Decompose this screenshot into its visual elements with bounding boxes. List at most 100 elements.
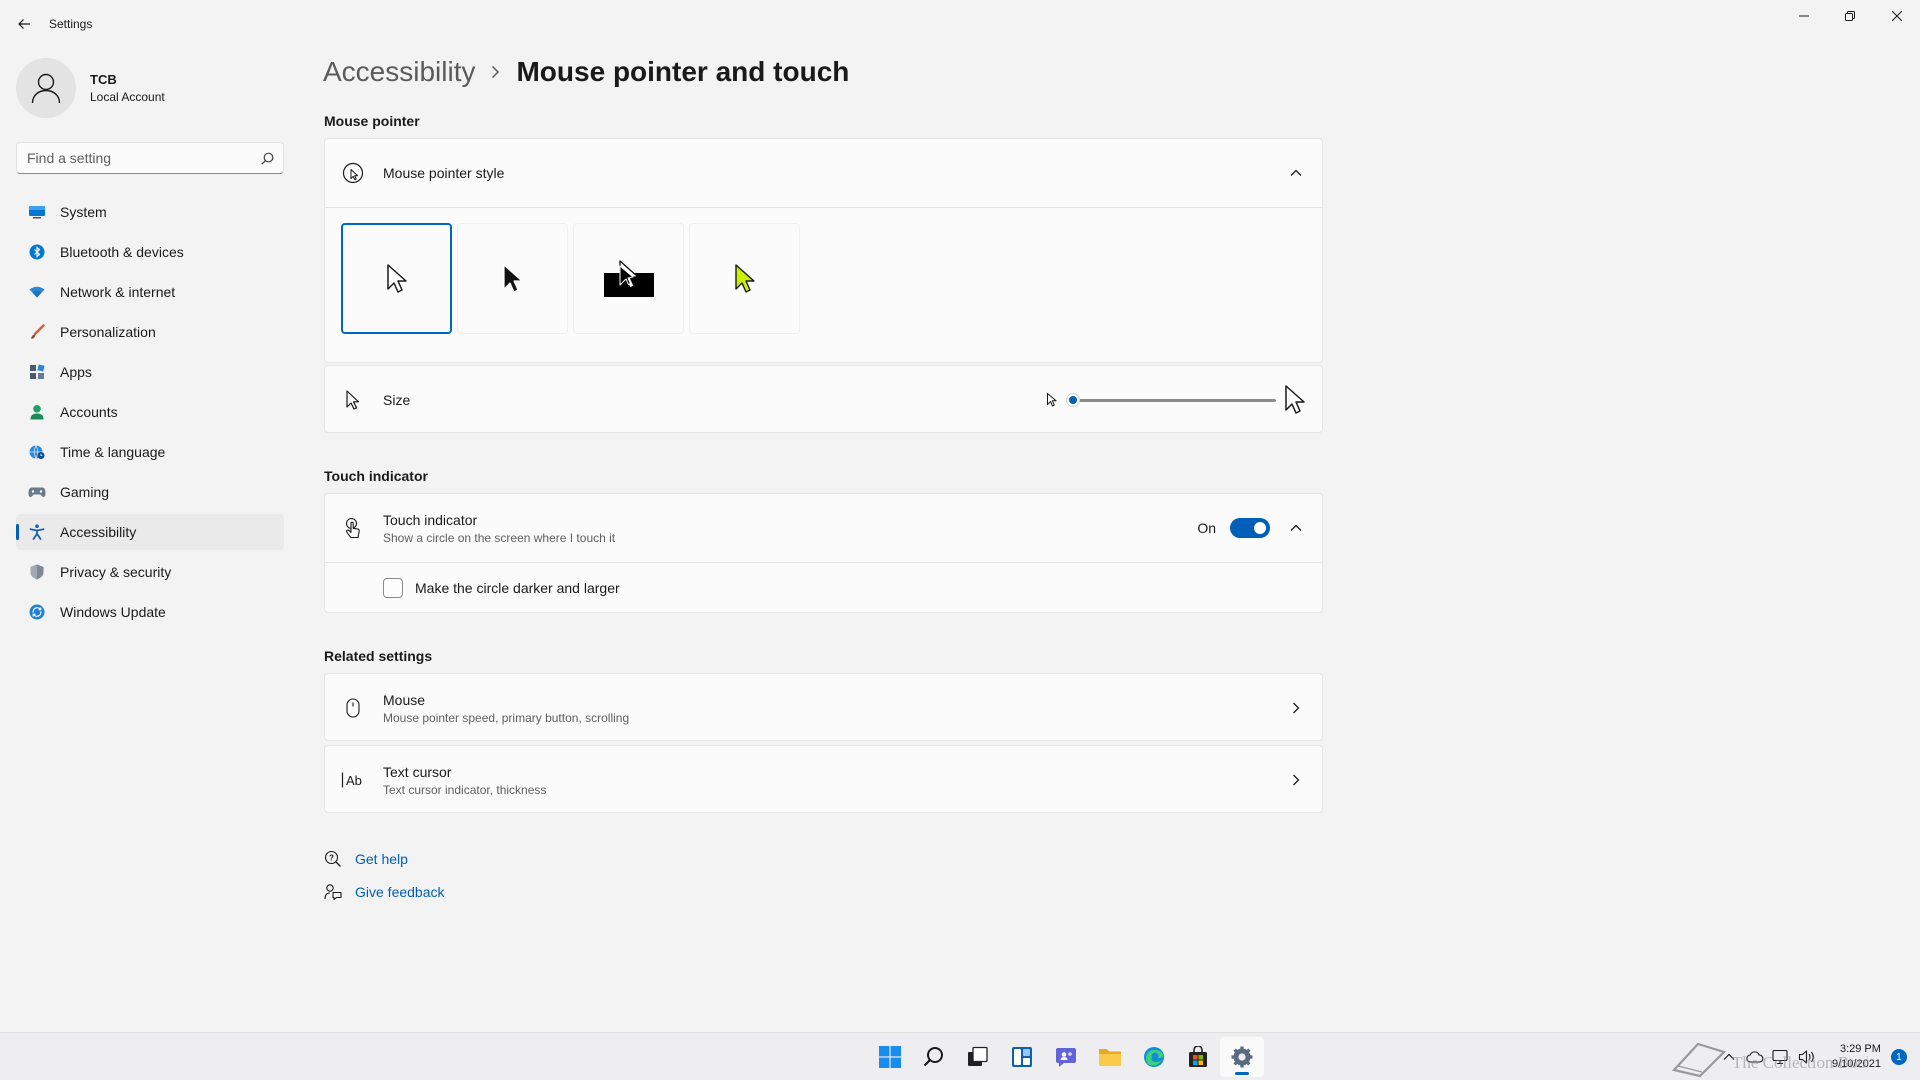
mouse-pointer-style-header[interactable]: Mouse pointer style bbox=[325, 139, 1322, 207]
apps-icon bbox=[28, 363, 46, 381]
get-help-label: Get help bbox=[355, 851, 408, 867]
mouse-icon bbox=[341, 696, 365, 720]
pointer-size-card: Size bbox=[324, 365, 1323, 433]
sidebar-item-privacy-security[interactable]: Privacy & security bbox=[16, 554, 284, 590]
search-icon[interactable] bbox=[251, 152, 283, 165]
minimize-icon bbox=[1799, 15, 1809, 17]
update-icon bbox=[28, 603, 46, 621]
text-cursor-icon: Ab bbox=[341, 768, 365, 792]
sidebar-item-label: Apps bbox=[60, 364, 92, 380]
sidebar-item-accessibility[interactable]: Accessibility bbox=[16, 514, 284, 550]
related-text-cursor-card[interactable]: Ab Text cursor Text cursor indicator, th… bbox=[324, 745, 1323, 813]
touch-indicator-row[interactable]: Touch indicator Show a circle on the scr… bbox=[325, 494, 1322, 562]
task-view-icon bbox=[968, 1046, 988, 1066]
svg-text:?: ? bbox=[329, 854, 334, 863]
pointer-icon bbox=[341, 388, 365, 412]
pointer-style-options bbox=[325, 207, 1322, 363]
get-help-link[interactable]: ? Get help bbox=[323, 846, 445, 872]
sidebar-item-label: Bluetooth & devices bbox=[60, 244, 184, 260]
darker-circle-checkbox[interactable] bbox=[383, 577, 403, 598]
search-input[interactable] bbox=[17, 143, 251, 173]
touch-indicator-toggle-group: On bbox=[1197, 518, 1270, 538]
title-bar: Settings bbox=[0, 0, 1920, 48]
store-button[interactable] bbox=[1176, 1037, 1220, 1077]
page-title: Mouse pointer and touch bbox=[516, 56, 850, 87]
file-explorer-button[interactable] bbox=[1088, 1037, 1132, 1077]
settings-app-button[interactable] bbox=[1220, 1037, 1264, 1077]
sidebar-item-gaming[interactable]: Gaming bbox=[16, 474, 284, 510]
widgets-button[interactable] bbox=[1000, 1037, 1044, 1077]
monitor-icon bbox=[28, 203, 46, 221]
sidebar-item-bluetooth[interactable]: Bluetooth & devices bbox=[16, 234, 284, 270]
bluetooth-icon bbox=[28, 243, 46, 261]
related-text-cursor-row[interactable]: Ab Text cursor Text cursor indicator, th… bbox=[325, 746, 1322, 814]
user-profile[interactable]: TCB Local Account bbox=[16, 58, 165, 118]
gear-icon bbox=[1231, 1046, 1253, 1068]
chevron-up-icon[interactable] bbox=[1286, 163, 1306, 183]
feedback-icon bbox=[323, 882, 343, 902]
related-mouse-row[interactable]: Mouse Mouse pointer speed, primary butto… bbox=[325, 674, 1322, 742]
restore-button[interactable] bbox=[1827, 0, 1873, 32]
white-pointer-icon bbox=[386, 263, 407, 293]
sidebar-item-personalization[interactable]: Personalization bbox=[16, 314, 284, 350]
pointer-style-black[interactable] bbox=[457, 223, 568, 334]
sidebar-item-network[interactable]: Network & internet bbox=[16, 274, 284, 310]
minimize-button[interactable] bbox=[1781, 0, 1827, 32]
search-box[interactable] bbox=[16, 142, 284, 174]
watermark-logo: The Collection Book bbox=[1668, 1030, 1875, 1080]
touch-indicator-subtitle: Show a circle on the screen where I touc… bbox=[383, 530, 616, 545]
watermark-text: The Collection Book bbox=[1732, 1053, 1868, 1072]
back-button[interactable] bbox=[12, 12, 36, 36]
person-icon bbox=[28, 403, 46, 421]
pointer-style-inverted[interactable] bbox=[573, 223, 684, 334]
breadcrumb-parent-link[interactable]: Accessibility bbox=[323, 56, 475, 88]
help-links: ? Get help Give feedback bbox=[323, 846, 445, 912]
pointer-size-slider[interactable] bbox=[1066, 390, 1276, 410]
taskbar-search-button[interactable] bbox=[912, 1037, 956, 1077]
task-view-button[interactable] bbox=[956, 1037, 1000, 1077]
person-icon bbox=[31, 73, 61, 104]
pointer-size-row: Size bbox=[325, 366, 1322, 434]
chevron-up-icon[interactable] bbox=[1286, 518, 1306, 538]
mouse-pointer-style-card: Mouse pointer style bbox=[324, 138, 1323, 363]
wifi-icon bbox=[28, 283, 46, 301]
notification-badge[interactable]: 1 bbox=[1890, 1049, 1907, 1065]
sidebar-item-accounts[interactable]: Accounts bbox=[16, 394, 284, 430]
large-pointer-icon bbox=[1285, 385, 1305, 414]
slider-rail bbox=[1066, 399, 1276, 402]
sidebar-item-label: Personalization bbox=[60, 324, 156, 340]
chevron-right-icon[interactable] bbox=[1286, 698, 1306, 718]
sidebar-item-time-language[interactable]: Time & language bbox=[16, 434, 284, 470]
close-button[interactable] bbox=[1874, 0, 1920, 32]
search-icon bbox=[923, 1047, 943, 1067]
darker-circle-option: Make the circle darker and larger bbox=[325, 562, 1322, 612]
slider-thumb[interactable] bbox=[1066, 393, 1080, 407]
chat-button[interactable] bbox=[1044, 1037, 1088, 1077]
sidebar-item-label: Privacy & security bbox=[60, 564, 172, 580]
sidebar-item-label: Network & internet bbox=[60, 284, 176, 300]
sidebar-item-windows-update[interactable]: Windows Update bbox=[16, 594, 284, 630]
related-mouse-card[interactable]: Mouse Mouse pointer speed, primary butto… bbox=[324, 673, 1323, 741]
give-feedback-link[interactable]: Give feedback bbox=[323, 879, 445, 905]
chevron-right-icon[interactable] bbox=[1286, 770, 1306, 790]
touch-icon bbox=[341, 516, 365, 540]
accessibility-icon bbox=[28, 523, 46, 541]
avatar bbox=[16, 58, 76, 118]
start-button[interactable] bbox=[868, 1037, 912, 1077]
store-icon bbox=[1189, 1046, 1207, 1067]
folder-icon bbox=[1099, 1049, 1121, 1066]
sidebar-item-system[interactable]: System bbox=[16, 194, 284, 230]
sidebar-item-label: System bbox=[60, 204, 107, 220]
app-title: Settings bbox=[49, 17, 93, 31]
pointer-style-white[interactable] bbox=[341, 223, 452, 334]
pointer-style-custom[interactable] bbox=[689, 223, 800, 334]
sidebar-nav: System Bluetooth & devices Network & int… bbox=[16, 194, 284, 634]
sidebar-item-apps[interactable]: Apps bbox=[16, 354, 284, 390]
chevron-right-icon bbox=[491, 65, 500, 79]
related-text-cursor-subtitle: Text cursor indicator, thickness bbox=[383, 782, 547, 797]
sidebar-item-label: Accounts bbox=[60, 404, 118, 420]
shield-icon bbox=[28, 563, 46, 581]
sidebar-item-label: Time & language bbox=[60, 444, 166, 460]
touch-indicator-toggle[interactable] bbox=[1230, 518, 1270, 538]
edge-button[interactable] bbox=[1132, 1037, 1176, 1077]
